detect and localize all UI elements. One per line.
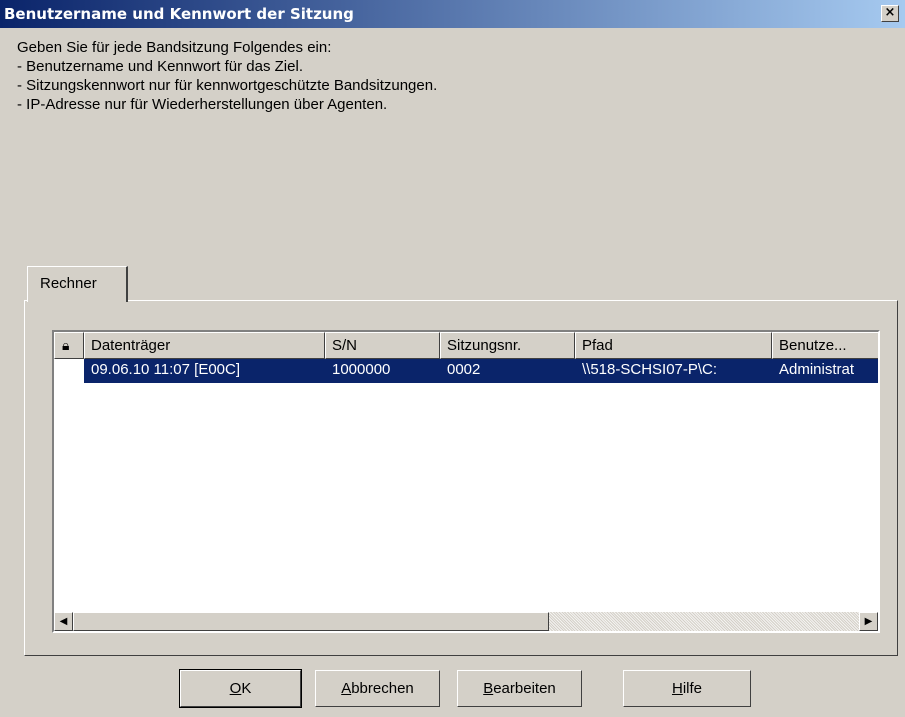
scroll-right-button[interactable]: ▶	[859, 612, 878, 631]
edit-button[interactable]: Bearbeiten	[457, 670, 582, 707]
ok-button[interactable]: OK	[179, 669, 302, 708]
session-list[interactable]: 🔒︎ Datenträger S/N Sitzungsnr. Pfad Benu…	[52, 330, 880, 633]
list-header: 🔒︎ Datenträger S/N Sitzungsnr. Pfad Benu…	[54, 332, 878, 359]
close-icon: ×	[884, 5, 896, 20]
scroll-thumb[interactable]	[73, 612, 549, 631]
help-button[interactable]: Hilfe	[623, 670, 751, 707]
cell-sitzungsnr: 0002	[447, 361, 481, 378]
tab-rechner[interactable]: Rechner	[27, 266, 128, 302]
horizontal-scrollbar[interactable]: ◀ ▶	[54, 612, 878, 631]
cell-datentraeger: 09.06.10 11:07 [E00C]	[91, 361, 241, 378]
table-row[interactable]: 09.06.10 11:07 [E00C] 1000000 0002 \\518…	[84, 359, 878, 383]
cell-pfad: \\518-SCHSI07-P\C:	[582, 361, 718, 378]
column-header-sn[interactable]: S/N	[325, 332, 440, 359]
instruction-line: - Benutzername und Kennwort für das Ziel…	[17, 58, 303, 75]
help-label: ilfe	[682, 680, 703, 697]
column-header-lock[interactable]: 🔒︎	[54, 332, 84, 359]
tab-label: Rechner	[40, 275, 97, 292]
instruction-line: - Sitzungskennwort nur für kennwortgesch…	[17, 77, 438, 94]
window-title: Benutzername und Kennwort der Sitzung	[4, 5, 354, 23]
column-header-sitzungsnr[interactable]: Sitzungsnr.	[440, 332, 575, 359]
cell-benutzer: Administrat	[779, 361, 855, 378]
cancel-mnemonic: A	[341, 680, 352, 697]
cell-sn: 1000000	[332, 361, 391, 378]
edit-mnemonic: B	[483, 680, 494, 697]
instruction-line: Geben Sie für jede Bandsitzung Folgendes…	[17, 39, 332, 56]
lock-icon: 🔒︎	[62, 338, 70, 354]
column-header-pfad[interactable]: Pfad	[575, 332, 772, 359]
help-mnemonic: H	[671, 680, 683, 697]
arrow-right-icon: ▶	[864, 616, 873, 627]
cancel-label: bbrechen	[351, 680, 414, 697]
column-header-benutzer[interactable]: Benutze...	[772, 332, 878, 359]
ok-mnemonic: O	[229, 680, 242, 697]
close-button[interactable]: ×	[881, 5, 899, 22]
instructions: Geben Sie für jede Bandsitzung Folgendes…	[17, 38, 437, 114]
dialog-window: Benutzername und Kennwort der Sitzung × …	[0, 0, 905, 717]
title-bar[interactable]: Benutzername und Kennwort der Sitzung ×	[0, 0, 905, 28]
column-header-datentraeger[interactable]: Datenträger	[84, 332, 325, 359]
ok-label: K	[241, 680, 252, 697]
arrow-left-icon: ◀	[59, 616, 68, 627]
instruction-line: - IP-Adresse nur für Wiederherstellungen…	[17, 96, 388, 113]
edit-label: earbeiten	[493, 680, 556, 697]
scroll-left-button[interactable]: ◀	[54, 612, 73, 631]
cancel-button[interactable]: Abbrechen	[315, 670, 440, 707]
